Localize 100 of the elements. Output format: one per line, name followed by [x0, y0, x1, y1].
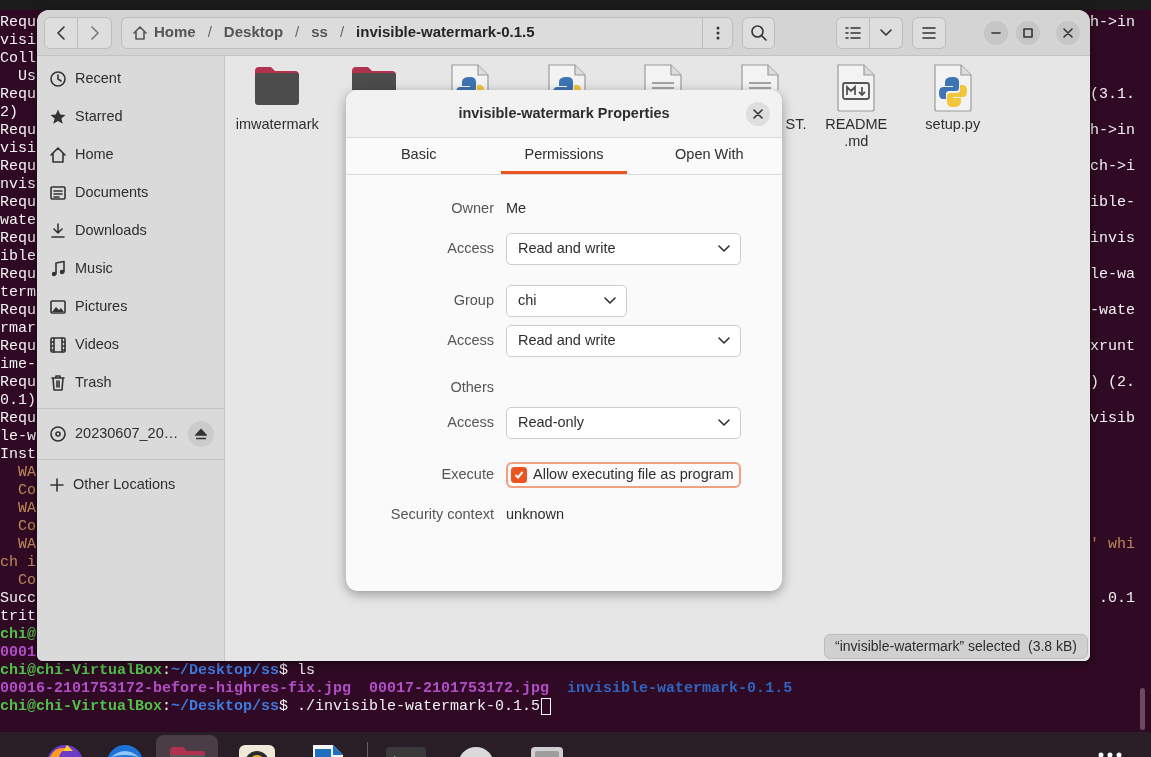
terminal-text: h->in: [1090, 14, 1135, 32]
breadcrumb[interactable]: ss: [305, 21, 334, 44]
document-icon: [49, 184, 67, 202]
close-button[interactable]: [746, 102, 770, 126]
terminal-text: Requ: [0, 410, 36, 428]
terminal-text: ch i: [0, 554, 36, 572]
terminal-text: Requ: [0, 194, 36, 212]
python-file-icon: [931, 63, 974, 113]
download-icon: [49, 222, 67, 240]
chevron-left-icon: [56, 24, 66, 41]
search-button[interactable]: [742, 16, 775, 49]
terminal-text: Requ: [0, 122, 36, 140]
scrollbar-thumb[interactable]: [1140, 688, 1145, 730]
terminal-text: WA: [18, 464, 36, 482]
close-button[interactable]: [1056, 20, 1080, 45]
tab[interactable]: Open With: [636, 138, 782, 174]
eject-icon: [195, 428, 207, 440]
file-name[interactable]: setup.py: [910, 116, 995, 133]
terminal-text: Requ: [0, 266, 36, 284]
terminal-text: Succ: [0, 590, 36, 608]
caret-icon: [718, 337, 730, 345]
terminal-text: chi@: [0, 626, 36, 644]
dropdown[interactable]: Read and write: [506, 233, 741, 265]
sidebar-item[interactable]: Other Locations: [37, 466, 224, 504]
back-button[interactable]: [44, 16, 78, 49]
terminal-text: chi@chi-VirtualBox: [0, 698, 163, 716]
sidebar-item[interactable]: Recent: [37, 60, 224, 98]
image-icon: [49, 298, 67, 316]
sidebar-item[interactable]: Downloads: [37, 212, 224, 250]
breadcrumb[interactable]: Desktop: [217, 21, 290, 44]
terminal-text: Co: [18, 518, 36, 536]
field-value: unknown: [506, 504, 566, 524]
terminal-text: (3.1.: [1090, 86, 1135, 104]
terminal-text: invis: [1090, 230, 1135, 248]
terminal-text: $ ls: [279, 662, 316, 680]
dropdown[interactable]: Read-only: [506, 406, 741, 439]
eject-button[interactable]: [188, 421, 214, 447]
minimize-button[interactable]: [984, 20, 1008, 45]
terminal-text: $ ./invisible-watermark-0.1.5: [279, 698, 541, 716]
checkbox[interactable]: Allow executing file as program: [506, 461, 741, 488]
dropdown[interactable]: Read and write: [506, 325, 741, 357]
terminal-text: Requ: [0, 86, 36, 104]
terminal-text: Requ: [0, 14, 36, 32]
close-icon: [753, 109, 763, 119]
sidebar-item[interactable]: Videos: [37, 326, 224, 364]
terminal-text: Inst: [0, 446, 36, 464]
terminal-text: Requ: [0, 374, 36, 392]
dialog-title: invisible-watermark Properties: [458, 103, 670, 123]
terminal-text: 00016-2101753172-before-highres-fix.jpg: [0, 680, 352, 698]
path-separator: /: [338, 22, 346, 43]
file-name[interactable]: README.md: [823, 116, 890, 150]
home-icon: [132, 24, 148, 41]
file-name[interactable]: ST.: [785, 116, 807, 133]
caret-icon: [718, 418, 730, 427]
disc-icon: [49, 425, 67, 443]
file-name[interactable]: imwatermark: [235, 116, 320, 133]
tab[interactable]: Permissions: [491, 138, 637, 174]
terminal-text: h->in: [1090, 122, 1135, 140]
music-note-icon: [49, 260, 67, 278]
sidebar-item[interactable]: Trash: [37, 364, 224, 402]
menu-button[interactable]: [912, 16, 946, 49]
view-options-button[interactable]: [870, 16, 903, 49]
menu-icon: [922, 26, 936, 39]
field-label: Access: [446, 331, 494, 351]
terminal-text: 0001: [0, 644, 36, 662]
field-label: Others: [449, 378, 494, 397]
terminal-text: 00017-2101753172.jpg: [369, 680, 550, 698]
sidebar-item[interactable]: 20230607_20…: [37, 415, 224, 453]
path-bar[interactable]: Home / Desktop / ss / invisible-watermark-0.1.5: [121, 16, 733, 49]
list-icon: [845, 25, 861, 40]
terminal-text: ible-: [1090, 194, 1135, 212]
terminal-text: WA: [18, 536, 36, 554]
terminal-text: ~/Desktop/ss: [171, 662, 280, 680]
film-icon: [49, 336, 67, 354]
terminal-text: :: [162, 698, 172, 716]
sidebar-item[interactable]: Pictures: [37, 288, 224, 326]
caret-icon: [718, 245, 730, 253]
sidebar-item[interactable]: Documents: [37, 174, 224, 212]
breadcrumb[interactable]: invisible-watermark-0.1.5: [350, 21, 541, 44]
terminal-text: .0.1: [1099, 590, 1135, 608]
status-label: “invisible-watermark” selected (3.8 kB): [824, 634, 1088, 659]
terminal-text: visi: [0, 32, 36, 50]
maximize-button[interactable]: [1016, 20, 1040, 45]
terminal-text: ime-: [0, 356, 36, 374]
sidebar-item[interactable]: Music: [37, 250, 224, 288]
sidebar-item[interactable]: Starred: [37, 98, 224, 136]
terminal-text: rmar: [0, 320, 36, 338]
tab[interactable]: Basic: [346, 138, 492, 174]
terminal-text: Requ: [0, 338, 36, 356]
sidebar-item[interactable]: Home: [37, 136, 224, 174]
close-icon: [1063, 27, 1073, 38]
terminal-text: invisible-watermark-0.1.5: [567, 680, 793, 698]
list-view-button[interactable]: [836, 16, 870, 49]
breadcrumb[interactable]: Home: [148, 21, 202, 44]
terminal-text: trit: [0, 608, 36, 626]
dropdown[interactable]: chi: [506, 285, 627, 317]
maximize-icon: [1023, 27, 1033, 38]
star-icon: [49, 108, 67, 126]
terminal-text: chi@chi-VirtualBox: [0, 662, 163, 680]
terminal-text: Coll: [0, 50, 36, 68]
